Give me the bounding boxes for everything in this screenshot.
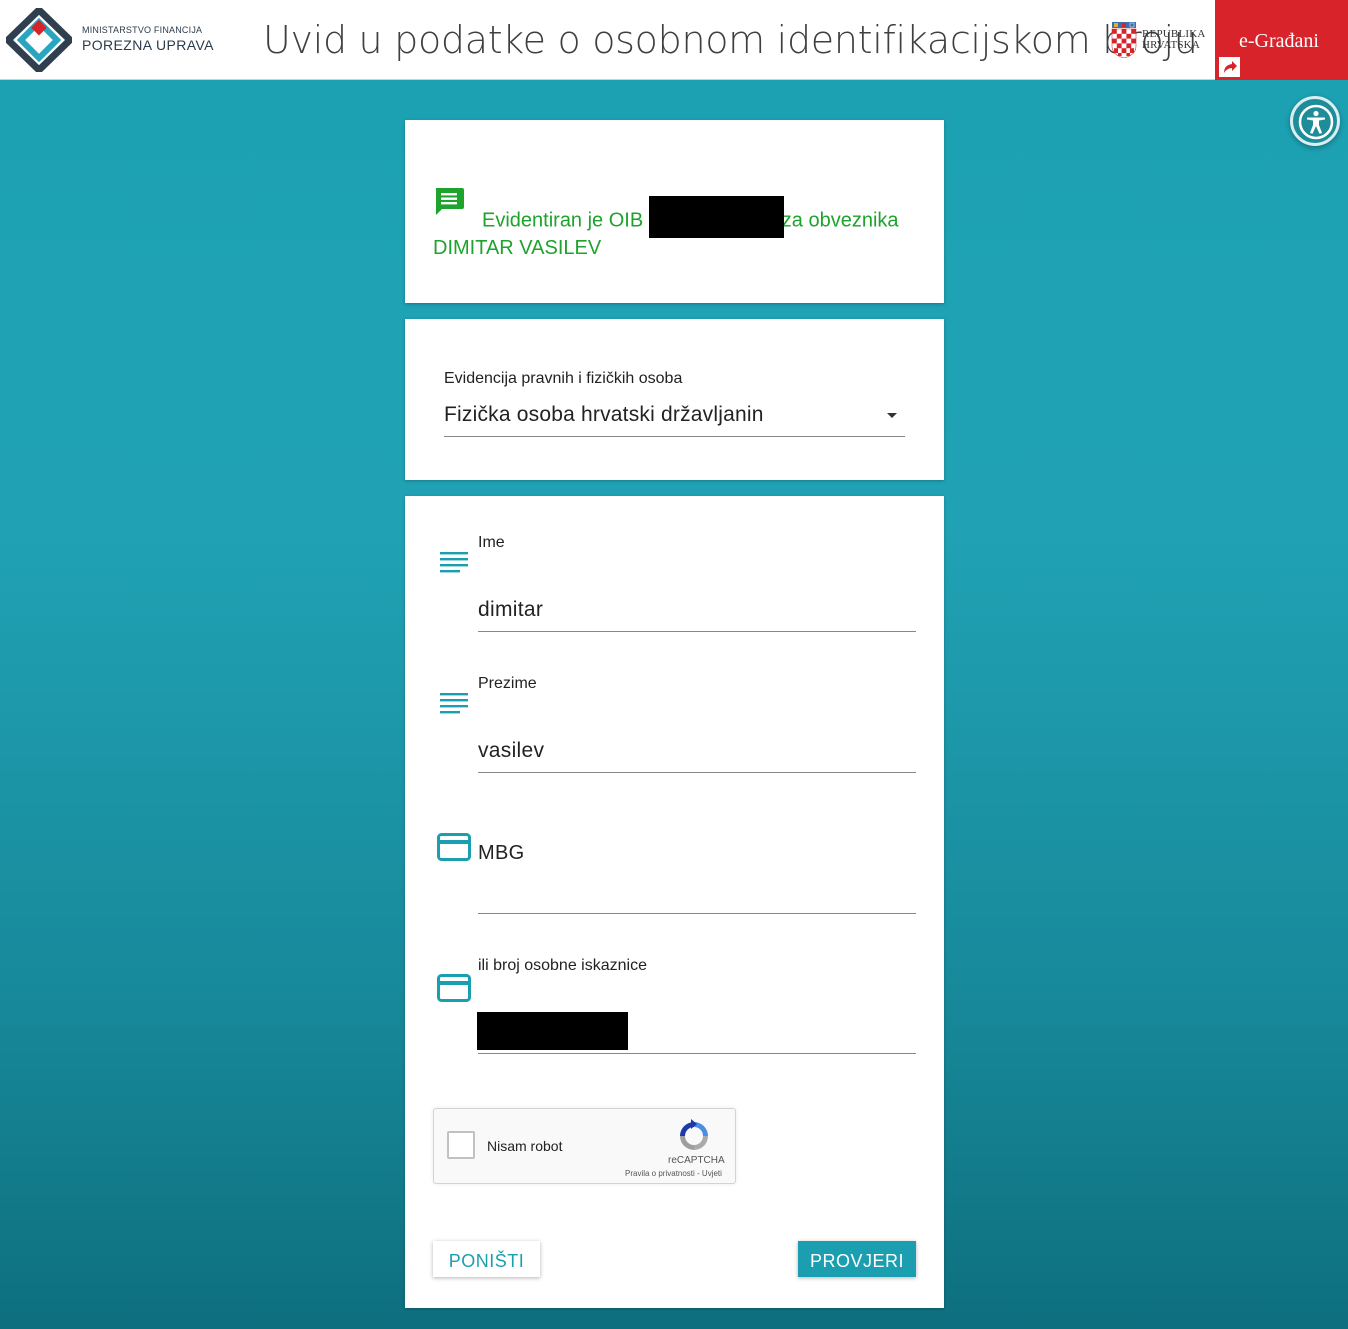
- ministry-logo-text: MINISTARSTVO FINANCIJA POREZNA UPRAVA: [82, 25, 214, 53]
- recaptcha-checkbox[interactable]: [447, 1131, 475, 1159]
- check-button[interactable]: PROVJERI: [798, 1241, 916, 1277]
- message-icon: [433, 187, 465, 222]
- external-link-icon: [1219, 57, 1240, 77]
- header: MINISTARSTVO FINANCIJA POREZNA UPRAVA Uv…: [0, 0, 1348, 80]
- last-name-underline: [478, 772, 916, 773]
- republic-line-2: HRVATSKA: [1142, 39, 1200, 51]
- credit-card-icon: [437, 974, 471, 1007]
- mbg-label: MBG: [478, 842, 525, 864]
- egradani-label: e-Građani: [1239, 30, 1319, 52]
- id-card-label: ili broj osobne iskaznice: [478, 957, 647, 974]
- first-name-underline: [478, 631, 916, 632]
- registry-card: Evidencija pravnih i fizičkih osoba Fizi…: [405, 319, 944, 480]
- message-part-1: Evidentiran je OIB: [482, 209, 644, 232]
- registry-select[interactable]: Fizička osoba hrvatski državljanin: [444, 403, 764, 427]
- credit-card-icon: [437, 833, 471, 866]
- search-form-card: Ime dimitar Prezime vasilev MBG ili broj…: [405, 496, 944, 1308]
- message-part-2: za obveznika: [781, 209, 899, 232]
- dropdown-caret-icon[interactable]: [887, 413, 897, 418]
- porezna-uprava-logo-icon[interactable]: [2, 5, 76, 75]
- croatian-coat-of-arms-icon: [1110, 22, 1138, 59]
- recaptcha-widget: Nisam robot reCAPTCHA Pravila o privatno…: [433, 1108, 736, 1184]
- redacted-id-card-input[interactable]: [477, 1012, 628, 1050]
- text-lines-icon: [440, 693, 468, 722]
- last-name-label: Prezime: [478, 675, 537, 692]
- ministry-name-small: MINISTARSTVO FINANCIJA: [82, 25, 203, 35]
- mbg-underline: [478, 913, 916, 914]
- select-underline: [444, 436, 905, 437]
- recaptcha-privacy-terms-link[interactable]: Pravila o privatnosti - Uvjeti: [625, 1169, 722, 1178]
- accessibility-icon: [1298, 104, 1334, 140]
- recaptcha-label: Nisam robot: [487, 1138, 563, 1154]
- accessibility-button[interactable]: [1290, 96, 1340, 146]
- republika-hrvatska-text: REPUBLIKA HRVATSKA: [1142, 29, 1206, 51]
- page-title: Uvid u podatke o osobnom identifikacijsk…: [263, 18, 1198, 62]
- taxpayer-name: DIMITAR VASILEV: [433, 237, 602, 259]
- text-lines-icon: [440, 552, 468, 581]
- recaptcha-logo-icon: [677, 1119, 711, 1158]
- recaptcha-brand: reCAPTCHA: [668, 1155, 725, 1166]
- last-name-input[interactable]: vasilev: [478, 739, 544, 763]
- registry-label: Evidencija pravnih i fizičkih osoba: [444, 370, 683, 387]
- first-name-label: Ime: [478, 534, 505, 551]
- redacted-oib: [648, 196, 784, 238]
- first-name-input[interactable]: dimitar: [478, 598, 543, 622]
- oib-result-card: Evidentiran je OIB za obveznika DIMITAR …: [405, 120, 944, 303]
- reset-button[interactable]: PONIŠTI: [433, 1241, 540, 1277]
- id-card-underline: [478, 1053, 916, 1054]
- egradani-link[interactable]: e-Građani: [1215, 0, 1348, 80]
- ministry-name-big: POREZNA UPRAVA: [82, 37, 214, 53]
